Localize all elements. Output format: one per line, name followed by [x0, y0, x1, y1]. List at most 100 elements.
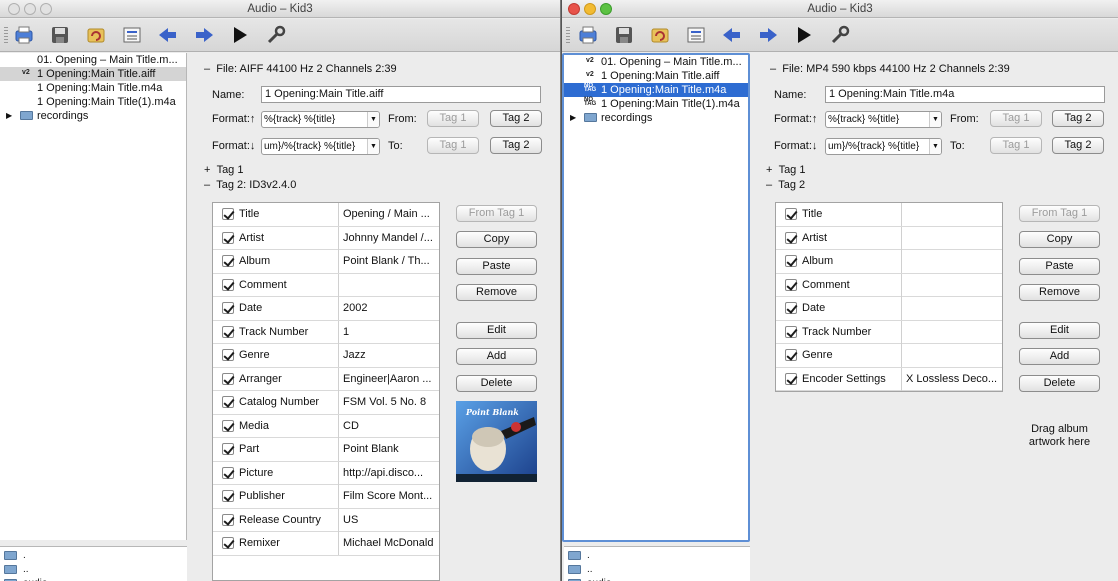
frame-value[interactable]: [901, 320, 1002, 344]
frame-value[interactable]: CD: [338, 414, 439, 438]
collapse-icon[interactable]: –: [204, 63, 210, 75]
frame-value[interactable]: Point Blank: [338, 438, 439, 461]
collapse-icon[interactable]: –: [766, 179, 772, 191]
frame-value[interactable]: [901, 250, 1002, 273]
tag2-section[interactable]: – Tag 2: [766, 179, 805, 191]
tag1-section[interactable]: + Tag 1: [766, 164, 805, 176]
tag1-section[interactable]: + Tag 1: [204, 164, 243, 176]
file-tree-item[interactable]: NO TAG 1 Opening:Main Title.m4a: [564, 83, 748, 97]
disclosure-triangle-icon[interactable]: ▶: [570, 111, 576, 125]
frame-checkbox[interactable]: [222, 278, 234, 291]
table-row[interactable]: Part Point Blank: [213, 438, 439, 462]
frame-checkbox[interactable]: [222, 231, 234, 244]
dir-item[interactable]: ..: [4, 563, 29, 576]
frame-checkbox[interactable]: [785, 231, 797, 244]
save-icon[interactable]: [48, 23, 72, 47]
collapse-icon[interactable]: –: [204, 179, 210, 191]
wrench-icon[interactable]: [264, 23, 288, 47]
toolbar-grip[interactable]: [566, 27, 570, 45]
table-row[interactable]: Publisher Film Score Mont...: [213, 485, 439, 509]
frame-value[interactable]: X Lossless Deco...: [901, 367, 1002, 391]
dir-item[interactable]: .: [568, 549, 590, 562]
dropdown-arrow-icon[interactable]: ▼: [929, 139, 941, 154]
table-row[interactable]: Comment: [776, 273, 1002, 297]
expand-icon[interactable]: +: [204, 164, 210, 176]
revert-icon[interactable]: [648, 23, 672, 47]
back-arrow-icon[interactable]: [720, 23, 744, 47]
frame-value[interactable]: [901, 203, 1002, 226]
back-arrow-icon[interactable]: [156, 23, 180, 47]
frame-value[interactable]: 2002: [338, 297, 439, 320]
toolbar-grip[interactable]: [4, 27, 8, 45]
zoom-window-button[interactable]: [40, 3, 52, 15]
table-row[interactable]: Genre: [776, 344, 1002, 368]
play-icon[interactable]: [792, 23, 816, 47]
frame-value[interactable]: [901, 344, 1002, 367]
table-row[interactable]: Date 2002: [213, 297, 439, 321]
frame-checkbox[interactable]: [222, 443, 234, 455]
settings-list-icon[interactable]: [120, 23, 144, 47]
dropdown-arrow-icon[interactable]: ▼: [929, 112, 941, 127]
delete-button[interactable]: Delete: [456, 375, 537, 392]
table-row[interactable]: Artist: [776, 226, 1002, 250]
file-tree-item[interactable]: 1 Opening:Main Title(1).m4a: [0, 95, 186, 109]
dir-item[interactable]: .: [4, 549, 26, 562]
table-row[interactable]: Arranger Engineer|Aaron ...: [213, 367, 439, 391]
frame-value[interactable]: Point Blank / Th...: [338, 250, 439, 273]
paste-button[interactable]: Paste: [1019, 258, 1100, 275]
frame-value[interactable]: http://api.disco...: [338, 461, 439, 485]
album-artwork[interactable]: Point Blank: [456, 401, 537, 482]
close-window-button[interactable]: [568, 3, 580, 15]
tag2-section[interactable]: – Tag 2: ID3v2.4.0: [204, 179, 296, 191]
table-row[interactable]: Encoder Settings X Lossless Deco...: [776, 367, 1002, 391]
file-tree-item[interactable]: 01. Opening – Main Title.m...: [0, 53, 186, 67]
dir-item[interactable]: audio: [568, 577, 611, 581]
collapse-icon[interactable]: –: [770, 63, 776, 75]
frame-value[interactable]: Engineer|Aaron ...: [338, 367, 439, 391]
copy-button[interactable]: Copy: [456, 231, 537, 248]
frame-checkbox[interactable]: [222, 208, 234, 220]
frame-value[interactable]: FSM Vol. 5 No. 8: [338, 391, 439, 414]
expand-icon[interactable]: +: [766, 164, 772, 176]
title-bar[interactable]: Audio – Kid3: [562, 0, 1118, 18]
from-tag2-button[interactable]: Tag 2: [490, 110, 542, 127]
wrench-icon[interactable]: [828, 23, 852, 47]
frame-value[interactable]: [901, 297, 1002, 320]
format-down-combo[interactable]: um}/%{track} %{title} ▼: [261, 138, 380, 155]
save-icon[interactable]: [612, 23, 636, 47]
name-field[interactable]: 1 Opening:Main Title.aiff: [261, 86, 541, 103]
frame-value[interactable]: [901, 226, 1002, 250]
frame-checkbox[interactable]: [785, 349, 797, 361]
table-row[interactable]: Album: [776, 250, 1002, 274]
frame-checkbox[interactable]: [222, 419, 234, 432]
settings-list-icon[interactable]: [684, 23, 708, 47]
table-row[interactable]: Comment: [213, 273, 439, 297]
file-tree-item[interactable]: NO TAG 1 Opening:Main Title(1).m4a: [564, 97, 748, 111]
file-tree-item[interactable]: v2 1 Opening:Main Title.aiff: [564, 69, 748, 83]
frame-checkbox[interactable]: [785, 372, 797, 385]
artwork-drop-zone[interactable]: Drag album artwork here: [1019, 423, 1100, 449]
dropdown-arrow-icon[interactable]: ▼: [367, 139, 379, 154]
disclosure-triangle-icon[interactable]: ▶: [6, 109, 12, 123]
to-tag2-button[interactable]: Tag 2: [1052, 137, 1104, 154]
to-tag1-button[interactable]: Tag 1: [990, 137, 1042, 154]
frame-value[interactable]: Film Score Mont...: [338, 485, 439, 508]
frame-checkbox[interactable]: [785, 278, 797, 291]
format-up-combo[interactable]: %{track} %{title} ▼: [825, 111, 942, 128]
folder-item-recordings[interactable]: ▶ recordings: [564, 111, 748, 125]
print-icon[interactable]: [12, 23, 36, 47]
dir-item[interactable]: ..: [568, 563, 593, 576]
from-tag1-button[interactable]: Tag 1: [427, 110, 479, 127]
minimize-window-button[interactable]: [24, 3, 36, 15]
copy-button[interactable]: Copy: [1019, 231, 1100, 248]
folder-item-recordings[interactable]: ▶ recordings: [0, 109, 186, 123]
frame-value[interactable]: Michael McDonald: [338, 532, 439, 555]
frame-checkbox[interactable]: [222, 396, 234, 408]
frame-value[interactable]: [338, 273, 439, 297]
table-row[interactable]: Media CD: [213, 414, 439, 438]
remove-button[interactable]: Remove: [1019, 284, 1100, 301]
dropdown-arrow-icon[interactable]: ▼: [367, 112, 379, 127]
frame-value[interactable]: [901, 273, 1002, 297]
table-row[interactable]: Track Number: [776, 320, 1002, 344]
frame-checkbox[interactable]: [222, 372, 234, 385]
